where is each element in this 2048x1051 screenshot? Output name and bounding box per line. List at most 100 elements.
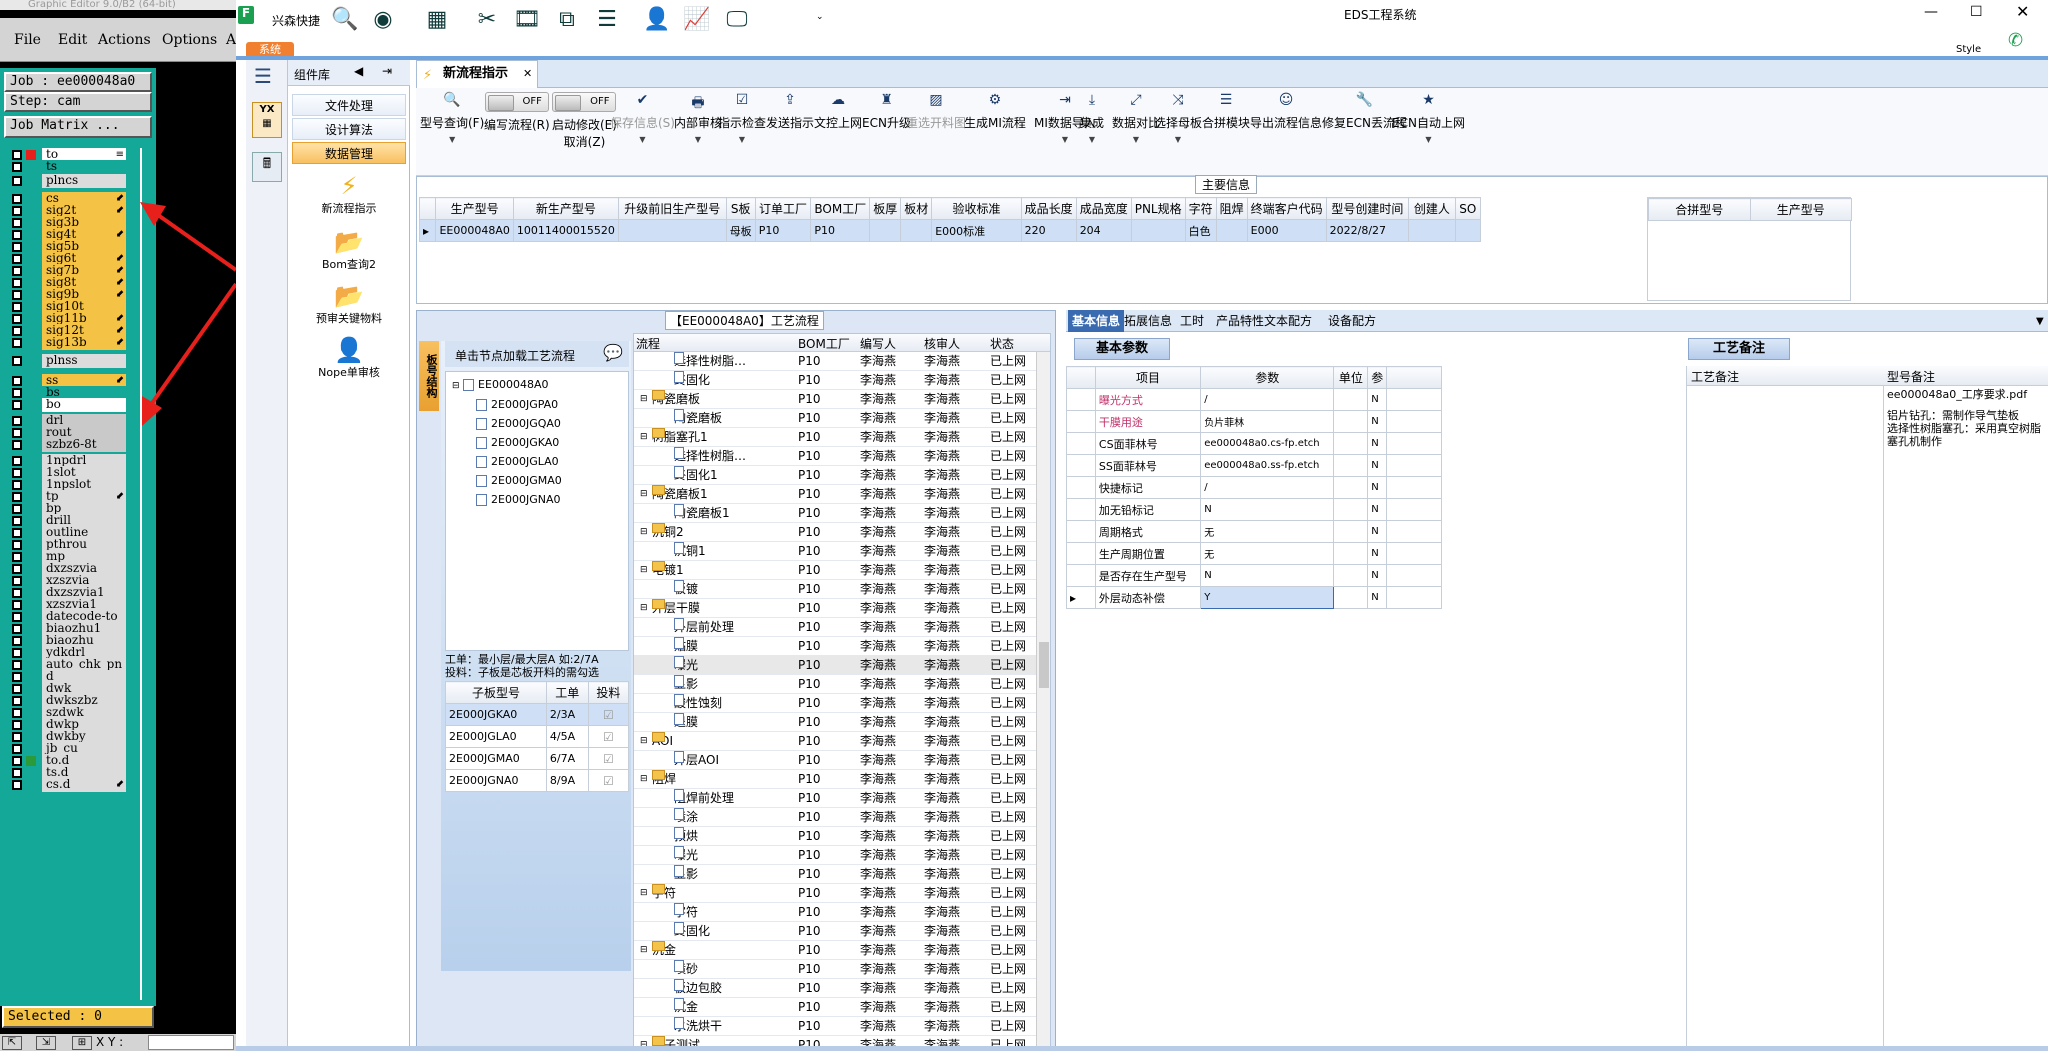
expand-icon[interactable]: ⊟ — [640, 941, 648, 959]
param-row[interactable]: 周期格式无 N — [1066, 520, 1442, 543]
layer-checkbox[interactable] — [12, 756, 22, 766]
flow-row[interactable]: 终固化 P10 李海燕 李海燕 已上网 — [634, 371, 1050, 390]
toolbar-button[interactable]: ☺ 导出流程信息 — [1250, 92, 1322, 131]
layer-checkbox[interactable] — [12, 588, 22, 598]
param-value[interactable]: / — [1200, 388, 1335, 411]
monitor-icon[interactable]: 🖵 — [724, 6, 750, 32]
layer-checkbox[interactable] — [12, 388, 22, 398]
basic-tabs-dropdown-icon[interactable]: ▼ — [2036, 316, 2044, 327]
layer-checkbox[interactable] — [12, 480, 22, 490]
layer-checkbox[interactable] — [12, 492, 22, 502]
expand-icon[interactable]: ⊟ — [640, 523, 648, 541]
bom-query-item[interactable]: 📂 Bom查询2 — [288, 228, 410, 272]
layer-checkbox[interactable] — [12, 266, 22, 276]
main-info-cell[interactable] — [617, 219, 727, 242]
style-menu[interactable]: Style — [1956, 44, 1981, 55]
toggle-switch[interactable]: OFF — [484, 92, 549, 112]
chart-icon[interactable]: 📈 — [683, 6, 710, 32]
toolbar-button[interactable]: ⤨ 选择母板 ▼ — [1154, 92, 1202, 144]
flow-row[interactable]: 沉铜2 ⊟ P10 李海燕 李海燕 已上网 — [634, 523, 1050, 542]
flow-row[interactable]: 外层干膜 ⊟ P10 李海燕 李海燕 已上网 — [634, 599, 1050, 618]
toolbar-button[interactable]: ★ ECN自动上网 ▼ — [1392, 92, 1465, 144]
minimize-icon[interactable]: — — [1924, 4, 1938, 20]
layer-checkbox[interactable] — [12, 564, 22, 574]
main-info-cell[interactable] — [1454, 219, 1482, 242]
layer-checkbox[interactable] — [12, 150, 22, 160]
flow-row[interactable]: 阻焊⊟ P10 李海燕 李海燕 已上网 — [634, 770, 1050, 789]
flow-row[interactable]: 陶瓷磨板1 P10 李海燕 李海燕 已上网 — [634, 504, 1050, 523]
flow-row[interactable]: 陶瓷磨板 ⊟ P10 李海燕 李海燕 已上网 — [634, 390, 1050, 409]
tree-child-node[interactable]: 2E000JGLA0 — [476, 455, 559, 468]
layer-checkbox[interactable] — [12, 440, 22, 450]
expand-icon[interactable]: ⊟ — [640, 561, 648, 579]
flow-row[interactable]: 选择性树脂… P10 李海燕 李海燕 已上网 — [634, 447, 1050, 466]
pin-icon[interactable]: ⇥ — [382, 64, 392, 78]
main-info-cell[interactable]: 母板 — [725, 219, 756, 242]
param-row[interactable]: 生产周期位置无 N — [1066, 542, 1442, 565]
layer-checkbox[interactable] — [12, 504, 22, 514]
expand-icon[interactable]: ⊟ — [640, 770, 648, 788]
main-info-cell[interactable] — [869, 219, 902, 242]
main-info-cell[interactable] — [1130, 219, 1186, 242]
tree-child-node[interactable]: 2E000JGPA0 — [476, 398, 558, 411]
flow-scrollbar[interactable] — [1036, 352, 1050, 1048]
select-tool-icon[interactable]: ⇱ — [2, 1036, 22, 1050]
param-value[interactable]: ee000048a0.ss-fp.etch — [1200, 454, 1335, 477]
tab-new-flow[interactable]: ⚡ 新流程指示 ✕ — [416, 60, 538, 88]
main-info-cell[interactable] — [1408, 219, 1456, 242]
param-value[interactable]: 无 — [1200, 542, 1335, 565]
tree-child-node[interactable]: 2E000JGMA0 — [476, 474, 562, 487]
layer-row[interactable]: bo — [6, 398, 126, 412]
toolbar-button[interactable]: OFF 启动修改(E) 取消(Z) — [552, 92, 617, 150]
main-info-cell[interactable]: 10011400015520 — [512, 219, 619, 242]
phone-icon[interactable]: ✆ — [2008, 30, 2023, 51]
sub-board-feed-checkbox[interactable]: ☑ — [587, 769, 630, 792]
flow-row[interactable]: 阻焊前处理 P10 李海燕 李海燕 已上网 — [634, 789, 1050, 808]
expand-icon[interactable]: ⊟ — [640, 428, 648, 446]
layer-name[interactable]: plncs — [42, 174, 126, 188]
param-value[interactable]: N — [1200, 498, 1335, 521]
new-flow-item[interactable]: ⚡ 新流程指示 — [288, 172, 410, 216]
basic-tab[interactable]: 拓展信息 — [1124, 312, 1172, 330]
dropdown-arrow-icon[interactable]: ▼ — [1392, 135, 1465, 144]
layer-checkbox[interactable] — [12, 624, 22, 634]
layer-name[interactable]: szbz6-8t — [42, 438, 126, 452]
toolbar-button[interactable]: ☁ 文控上网 — [814, 92, 862, 131]
main-info-cell[interactable]: 204 — [1075, 219, 1132, 242]
sub-board-row[interactable]: 2E000JGMA0 6/7A ☑ — [445, 747, 630, 770]
model-remark-text[interactable]: ee000048a0_工序要求.pdf 铝片钻孔：需制作导气垫板 选择性树脂塞孔… — [1887, 388, 2047, 448]
layer-checkbox[interactable] — [12, 684, 22, 694]
expand-icon[interactable]: ⊟ — [640, 485, 648, 503]
main-info-cell[interactable]: EE000048A0 — [435, 219, 514, 242]
main-info-cell[interactable] — [1215, 219, 1248, 242]
layer-row[interactable]: plnss — [6, 354, 126, 368]
main-info-cell[interactable] — [900, 219, 933, 242]
main-info-cell[interactable]: P10 — [754, 219, 812, 242]
layer-checkbox[interactable] — [12, 552, 22, 562]
film-icon[interactable]: 🎞 — [513, 6, 541, 32]
flow-row[interactable]: 字符 P10 李海燕 李海燕 已上网 — [634, 903, 1050, 922]
flow-row[interactable]: 酸性蚀刻 P10 李海燕 李海燕 已上网 — [634, 694, 1050, 713]
flow-row[interactable]: 喷涂 P10 李海燕 李海燕 已上网 — [634, 808, 1050, 827]
prereview-item[interactable]: 📂 预审关键物料 — [288, 282, 410, 326]
expand-icon[interactable]: ⊟ — [640, 599, 648, 617]
flow-row[interactable]: 字符⊟ P10 李海燕 李海燕 已上网 — [634, 884, 1050, 903]
layer-row[interactable]: sig13b ⬋ — [6, 336, 126, 350]
sub-board-row[interactable]: 2E000JGKA0 2/3A ☑ — [445, 703, 630, 726]
flow-row[interactable]: 沉铜1 P10 李海燕 李海燕 已上网 — [634, 542, 1050, 561]
nav-design-algorithm[interactable]: 设计算法 — [292, 118, 406, 140]
dropdown-arrow-icon[interactable]: ▼ — [1080, 135, 1104, 144]
layer-checkbox[interactable] — [12, 254, 22, 264]
expand-icon[interactable]: ⊟ — [640, 732, 648, 750]
flow-row[interactable]: 树脂塞孔1 ⊟ P10 李海燕 李海燕 已上网 — [634, 428, 1050, 447]
layer-checkbox[interactable] — [12, 660, 22, 670]
toolbar-button[interactable]: ⤓ 集成 ▼ — [1080, 92, 1104, 144]
maximize-icon[interactable]: ☐ — [1970, 4, 1983, 20]
sub-board-row[interactable]: 2E000JGNA0 8/9A ☑ — [445, 769, 630, 792]
layer-checkbox[interactable] — [12, 576, 22, 586]
param-row[interactable]: 加无铅标记 N N — [1066, 498, 1442, 521]
layer-checkbox[interactable] — [12, 242, 22, 252]
flow-row[interactable]: 终固化1 P10 李海燕 李海燕 已上网 — [634, 466, 1050, 485]
layer-name[interactable]: cs.d ⬋ — [42, 778, 126, 792]
layer-checkbox[interactable] — [12, 612, 22, 622]
